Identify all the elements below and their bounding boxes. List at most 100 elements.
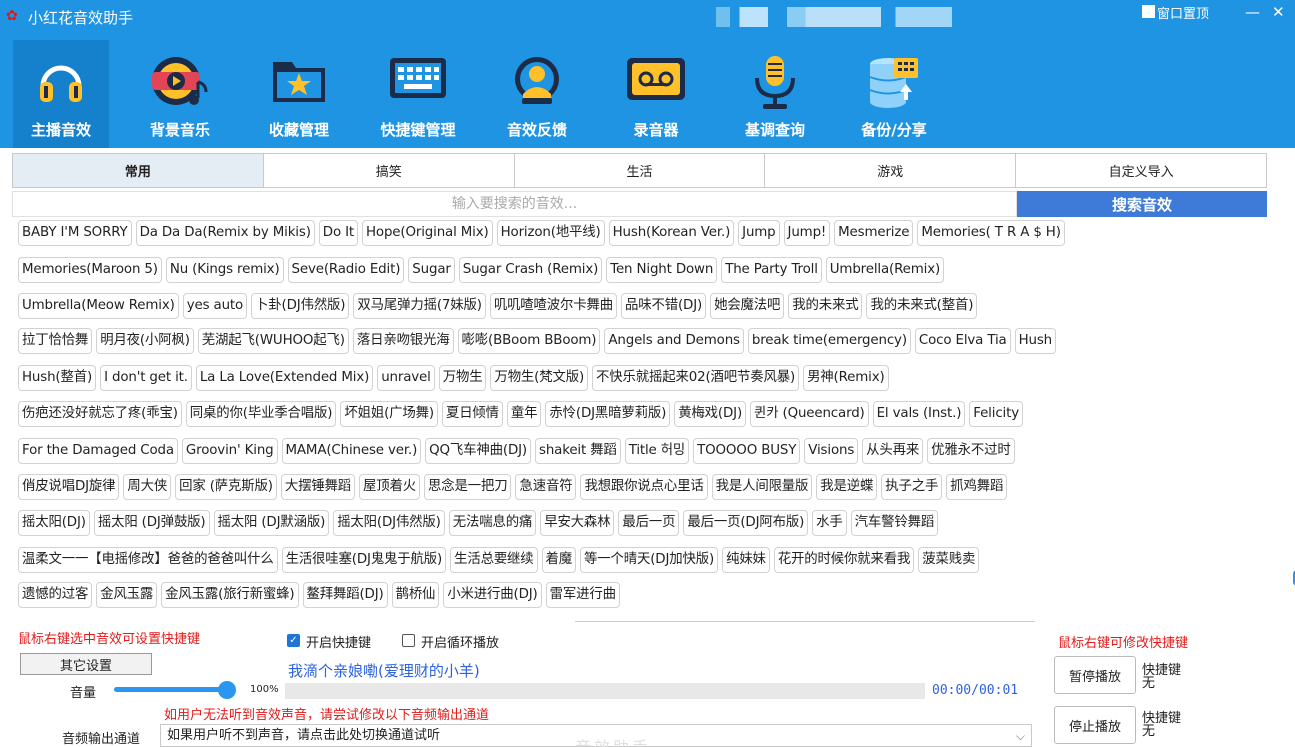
enable-shortcut-checkbox[interactable]: ✓ — [287, 634, 300, 647]
effect-button[interactable]: Title 허밍 — [624, 438, 690, 464]
effect-button[interactable]: 花开的时候你就来看我 — [773, 547, 915, 573]
search-button[interactable]: 搜索音效 — [1017, 191, 1267, 217]
effect-button[interactable]: 无法喘息的痛 — [448, 510, 537, 536]
effect-button[interactable]: 不快乐就摇起来02(酒吧节奏风暴) — [592, 365, 800, 391]
chevron-down-icon[interactable]: ⌵ — [1016, 725, 1025, 747]
effect-button[interactable]: Ten Night Down — [606, 257, 718, 283]
effect-button[interactable]: 摇太阳 (DJ弹鼓版) — [93, 510, 210, 536]
effect-button[interactable]: 童年 — [506, 401, 542, 427]
effect-button[interactable]: 落日亲吻银光海 — [352, 328, 454, 354]
tab-common[interactable]: 常用 — [13, 154, 264, 187]
effect-button[interactable]: 男神(Remix) — [803, 365, 889, 391]
effect-button[interactable]: 金风玉露 — [96, 582, 158, 608]
effect-button[interactable]: 屋顶着火 — [359, 474, 421, 500]
effect-button[interactable]: 大摆锤舞蹈 — [280, 474, 356, 500]
effect-button[interactable]: 遗憾的过客 — [18, 582, 93, 608]
effect-button[interactable]: 着魔 — [541, 547, 577, 573]
effect-button[interactable]: 鹊桥仙 — [391, 582, 440, 608]
pin-window-label[interactable]: 窗口置顶 — [1157, 3, 1209, 22]
effect-button[interactable]: Hush(整首) — [18, 365, 97, 391]
minimize-button[interactable]: — — [1245, 3, 1260, 21]
search-input[interactable] — [12, 191, 1017, 217]
effect-button[interactable]: 菠菜贱卖 — [918, 547, 980, 573]
effect-button[interactable]: 执子之手 — [881, 474, 943, 500]
effect-button[interactable]: 汽车警铃舞蹈 — [850, 510, 939, 536]
effect-button[interactable]: 我的未来式(整首) — [866, 293, 978, 319]
effect-button[interactable]: 夏日倾情 — [441, 401, 503, 427]
stop-button[interactable]: 停止播放 — [1054, 706, 1136, 744]
effect-button[interactable]: unravel — [377, 365, 435, 391]
effect-button[interactable]: yes auto — [182, 293, 248, 319]
playback-progress[interactable] — [285, 683, 925, 699]
effect-button[interactable]: La La Love(Extended Mix) — [195, 365, 374, 391]
effect-button[interactable]: Jump! — [783, 220, 831, 246]
effect-button[interactable]: Coco Elva Tia — [914, 328, 1011, 354]
effect-button[interactable]: 生活总要继续 — [450, 547, 538, 573]
effect-button[interactable]: 我是逆蝶 — [816, 474, 878, 500]
effect-button[interactable]: 从头再来 — [862, 438, 924, 464]
effect-button[interactable]: Seve(Radio Edit) — [287, 257, 405, 283]
effect-button[interactable]: 金风玉露(旅行新蜜蜂) — [161, 582, 299, 608]
tab-life[interactable]: 生活 — [514, 154, 766, 187]
tab-custom-import[interactable]: 自定义导入 — [1016, 154, 1266, 187]
effect-button[interactable]: Umbrella(Meow Remix) — [18, 293, 179, 319]
effect-button[interactable]: Angels and Demons — [604, 328, 744, 354]
effect-button[interactable]: 纯妹妹 — [722, 547, 770, 573]
volume-slider-thumb[interactable] — [218, 681, 236, 699]
effect-button[interactable]: 水手 — [812, 510, 847, 536]
effect-button[interactable]: 急速音符 — [515, 474, 577, 500]
effect-button[interactable]: 拉丁恰恰舞 — [18, 328, 93, 354]
nav-item-feedback[interactable]: 音效反馈 — [489, 40, 585, 148]
effect-button[interactable]: 鳌拜舞蹈(DJ) — [302, 582, 388, 608]
effect-button[interactable]: 生活很哇塞(DJ鬼鬼于航版) — [281, 547, 447, 573]
pause-button[interactable]: 暂停播放 — [1054, 656, 1136, 694]
enable-shortcut-label[interactable]: 开启快捷键 — [306, 632, 371, 651]
effect-button[interactable]: Hush(Korean Ver.) — [608, 220, 735, 246]
effect-button[interactable]: 同桌的你(毕业季合唱版) — [185, 401, 337, 427]
effect-button[interactable]: 思念是一把刀 — [424, 474, 512, 500]
effect-button[interactable]: I don't get it. — [100, 365, 192, 391]
effect-button[interactable]: 摇太阳 (DJ默涵版) — [213, 510, 330, 536]
effect-button[interactable]: Visions — [804, 438, 859, 464]
effect-button[interactable]: 我的未来式 — [788, 293, 863, 319]
effect-button[interactable]: Nu (Kings remix) — [165, 257, 284, 283]
effect-button[interactable]: 俏皮说唱DJ旋律 — [18, 474, 120, 500]
effect-button[interactable]: Sugar Crash (Remix) — [458, 257, 603, 283]
effect-button[interactable]: 优雅永不过时 — [927, 438, 1015, 464]
effect-button[interactable]: 她会魔法吧 — [710, 293, 785, 319]
effect-button[interactable]: Sugar — [408, 257, 455, 283]
effect-button[interactable]: 温柔文一一【电摇修改】爸爸的爸爸叫什么 — [18, 547, 278, 573]
effect-button[interactable]: QQ飞车神曲(DJ) — [425, 438, 531, 464]
nav-item-favorites[interactable]: 收藏管理 — [251, 40, 347, 148]
effect-button[interactable]: Hush — [1014, 328, 1056, 354]
effect-button[interactable]: Jump — [738, 220, 780, 246]
nav-item-key-lookup[interactable]: 基调查询 — [727, 40, 823, 148]
effect-button[interactable]: 黄梅戏(DJ) — [674, 401, 747, 427]
effect-button[interactable]: 叽叽喳喳波尔卡舞曲 — [489, 293, 617, 319]
effect-button[interactable]: Memories(Maroon 5) — [18, 257, 162, 283]
effect-button[interactable]: 回家 (萨克斯版) — [175, 474, 277, 500]
nav-item-shortcut-management[interactable]: 快捷键管理 — [370, 40, 466, 148]
effect-button[interactable]: 早安大森林 — [540, 510, 615, 536]
effect-button[interactable]: TOOOOO BUSY — [693, 438, 801, 464]
effect-button[interactable]: Groovin' King — [181, 438, 278, 464]
effect-button[interactable]: BABY I'M SORRY — [18, 220, 132, 246]
effect-button[interactable]: 坏姐姐(广场舞) — [340, 401, 438, 427]
effect-button[interactable]: 伤疤还没好就忘了疼(乖宝) — [18, 401, 182, 427]
effect-button[interactable]: Do It — [318, 220, 358, 246]
enable-loop-checkbox[interactable] — [402, 634, 415, 647]
enable-loop-label[interactable]: 开启循环播放 — [421, 632, 499, 651]
effect-button[interactable]: 双马尾弹力摇(7妹版) — [353, 293, 486, 319]
effect-button[interactable]: Felicity — [969, 401, 1023, 427]
pin-window-checkbox[interactable] — [1142, 5, 1155, 18]
effect-button[interactable]: El vals (Inst.) — [872, 401, 966, 427]
effect-button[interactable]: For the Damaged Coda — [18, 438, 178, 464]
effect-button[interactable]: 小米进行曲(DJ) — [443, 582, 542, 608]
effect-button[interactable]: 品味不错(DJ) — [621, 293, 707, 319]
effect-button[interactable]: 我想跟你说点心里话 — [580, 474, 708, 500]
effect-button[interactable]: Umbrella(Remix) — [825, 257, 945, 283]
effect-button[interactable]: Mesmerize — [834, 220, 914, 246]
nav-item-background-music[interactable]: 背景音乐 — [132, 40, 228, 148]
nav-item-recorder[interactable]: 录音器 — [608, 40, 704, 148]
effect-button[interactable]: shakeit 舞蹈 — [535, 438, 621, 464]
